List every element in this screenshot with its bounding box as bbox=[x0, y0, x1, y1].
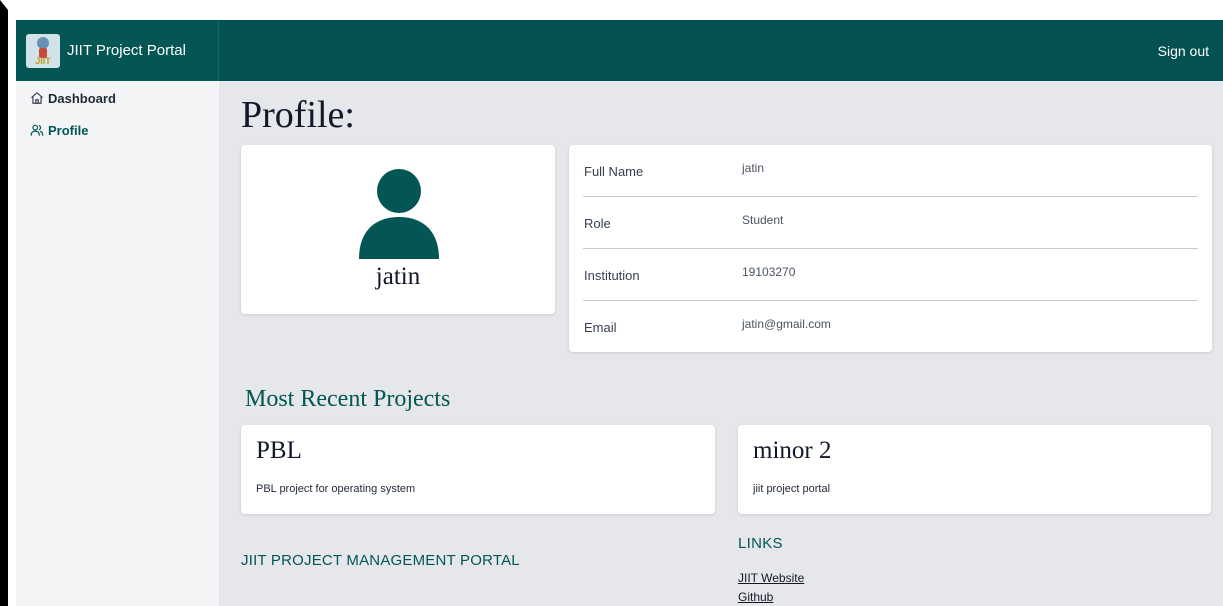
sidebar: Dashboard Profile bbox=[16, 81, 219, 606]
logo-text: JIIT bbox=[35, 55, 51, 66]
project-card-pbl[interactable]: PBL PBL project for operating system bbox=[241, 425, 715, 514]
info-row-institution: Institution 19103270 bbox=[583, 249, 1198, 301]
profile-info-card: Full Name jatin Role Student Institution… bbox=[569, 145, 1212, 352]
brand-name: JIIT Project Portal bbox=[67, 42, 186, 59]
info-label: Full Name bbox=[584, 164, 644, 179]
links-heading: LINKS bbox=[738, 535, 783, 552]
sidebar-item-profile[interactable]: Profile bbox=[16, 114, 219, 146]
project-title: minor 2 bbox=[753, 437, 832, 464]
main-content: Profile: jatin Full Name jatin Role Stud… bbox=[219, 81, 1223, 606]
project-description: jiit project portal bbox=[753, 483, 831, 495]
page-title: Profile: bbox=[241, 94, 355, 136]
project-title: PBL bbox=[256, 437, 302, 464]
sidebar-item-dashboard[interactable]: Dashboard bbox=[16, 82, 219, 114]
project-card-minor-2[interactable]: minor 2 jiit project portal bbox=[738, 425, 1211, 514]
app-root: JIIT JIIT Project Portal Sign out Dashbo… bbox=[16, 20, 1223, 606]
info-label: Institution bbox=[584, 268, 640, 283]
avatar-card: jatin bbox=[241, 145, 555, 314]
jiit-website-link[interactable]: JIIT Website bbox=[738, 571, 804, 585]
info-value: jatin@gmail.com bbox=[742, 317, 831, 331]
project-description: PBL project for operating system bbox=[256, 483, 416, 495]
info-value: Student bbox=[742, 213, 784, 227]
info-value: jatin bbox=[742, 161, 765, 175]
info-row-email: Email jatin@gmail.com bbox=[583, 301, 1198, 353]
profile-name: jatin bbox=[375, 263, 421, 290]
user-avatar-icon bbox=[359, 169, 439, 259]
jiit-logo-icon: JIIT bbox=[26, 33, 60, 68]
info-row-role: Role Student bbox=[583, 197, 1198, 249]
brand[interactable]: JIIT JIIT Project Portal bbox=[16, 20, 219, 81]
footer-title: JIIT PROJECT MANAGEMENT PORTAL bbox=[241, 552, 520, 569]
sidebar-item-label: Profile bbox=[48, 122, 89, 138]
info-row-full-name: Full Name jatin bbox=[583, 145, 1198, 197]
sidebar-item-label: Dashboard bbox=[48, 90, 116, 106]
top-navbar: JIIT JIIT Project Portal Sign out bbox=[16, 20, 1223, 81]
info-label: Role bbox=[584, 216, 611, 231]
sign-out-button[interactable]: Sign out bbox=[1158, 43, 1209, 59]
github-link[interactable]: Github bbox=[738, 590, 773, 604]
home-icon bbox=[31, 92, 43, 104]
users-icon bbox=[30, 124, 44, 136]
info-label: Email bbox=[584, 320, 617, 335]
info-value: 19103270 bbox=[742, 265, 796, 279]
recent-projects-title: Most Recent Projects bbox=[245, 386, 451, 412]
